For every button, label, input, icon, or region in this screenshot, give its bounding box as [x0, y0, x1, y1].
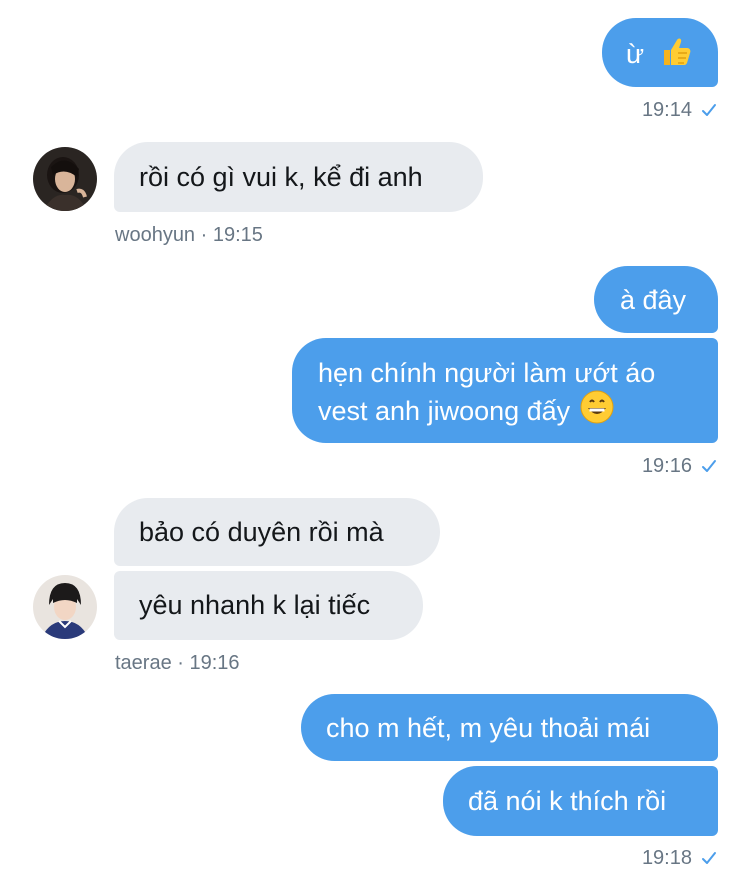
avatar-woohyun[interactable] — [33, 147, 97, 211]
message-text-line-1: hẹn chính người làm ướt áo — [318, 358, 656, 388]
sender-timestamp: taerae · 19:16 — [115, 652, 240, 674]
message-text: đã nói k thích rồi — [468, 786, 667, 816]
outgoing-message-bubble[interactable]: cho m hết, m yêu thoải mái — [301, 694, 718, 761]
message-timestamp: 19:14 — [642, 98, 718, 122]
thumbs-up-icon — [658, 35, 692, 77]
chat-thread: ừ 19:14 rồi có gì vui k, kể đi anh woohy — [0, 0, 750, 874]
message-text: rồi có gì vui k, kể đi anh — [139, 162, 423, 192]
message-text: cho m hết, m yêu thoải mái — [326, 713, 651, 743]
outgoing-message-bubble[interactable]: đã nói k thích rồi — [443, 766, 718, 836]
message-text-line-2-row: vest anh jiwoong đấy — [318, 390, 718, 432]
avatar-taerae[interactable] — [33, 575, 97, 639]
outgoing-message-bubble[interactable]: à đây — [594, 266, 718, 333]
message-timestamp: 19:18 — [642, 846, 718, 870]
incoming-message-bubble[interactable]: bảo có duyên rồi mà — [114, 498, 440, 566]
incoming-message-bubble[interactable]: rồi có gì vui k, kể đi anh — [114, 142, 483, 212]
message-text: ừ — [626, 39, 645, 70]
read-check-icon — [702, 852, 716, 864]
message-timestamp: 19:16 — [642, 454, 718, 478]
grinning-face-icon — [580, 390, 614, 432]
outgoing-message-bubble[interactable]: ừ — [602, 18, 718, 87]
incoming-message-bubble[interactable]: yêu nhanh k lại tiếc — [114, 571, 423, 640]
read-check-icon — [702, 104, 716, 116]
message-text: à đây — [620, 285, 687, 315]
outgoing-message-bubble[interactable]: hẹn chính người làm ướt áo vest anh jiwo… — [292, 338, 718, 443]
sender-timestamp: woohyun · 19:15 — [115, 224, 263, 246]
message-text: yêu nhanh k lại tiếc — [139, 590, 371, 620]
read-check-icon — [702, 460, 716, 472]
message-text: bảo có duyên rồi mà — [139, 517, 384, 547]
message-text-line-2: vest anh jiwoong đấy — [318, 396, 571, 426]
